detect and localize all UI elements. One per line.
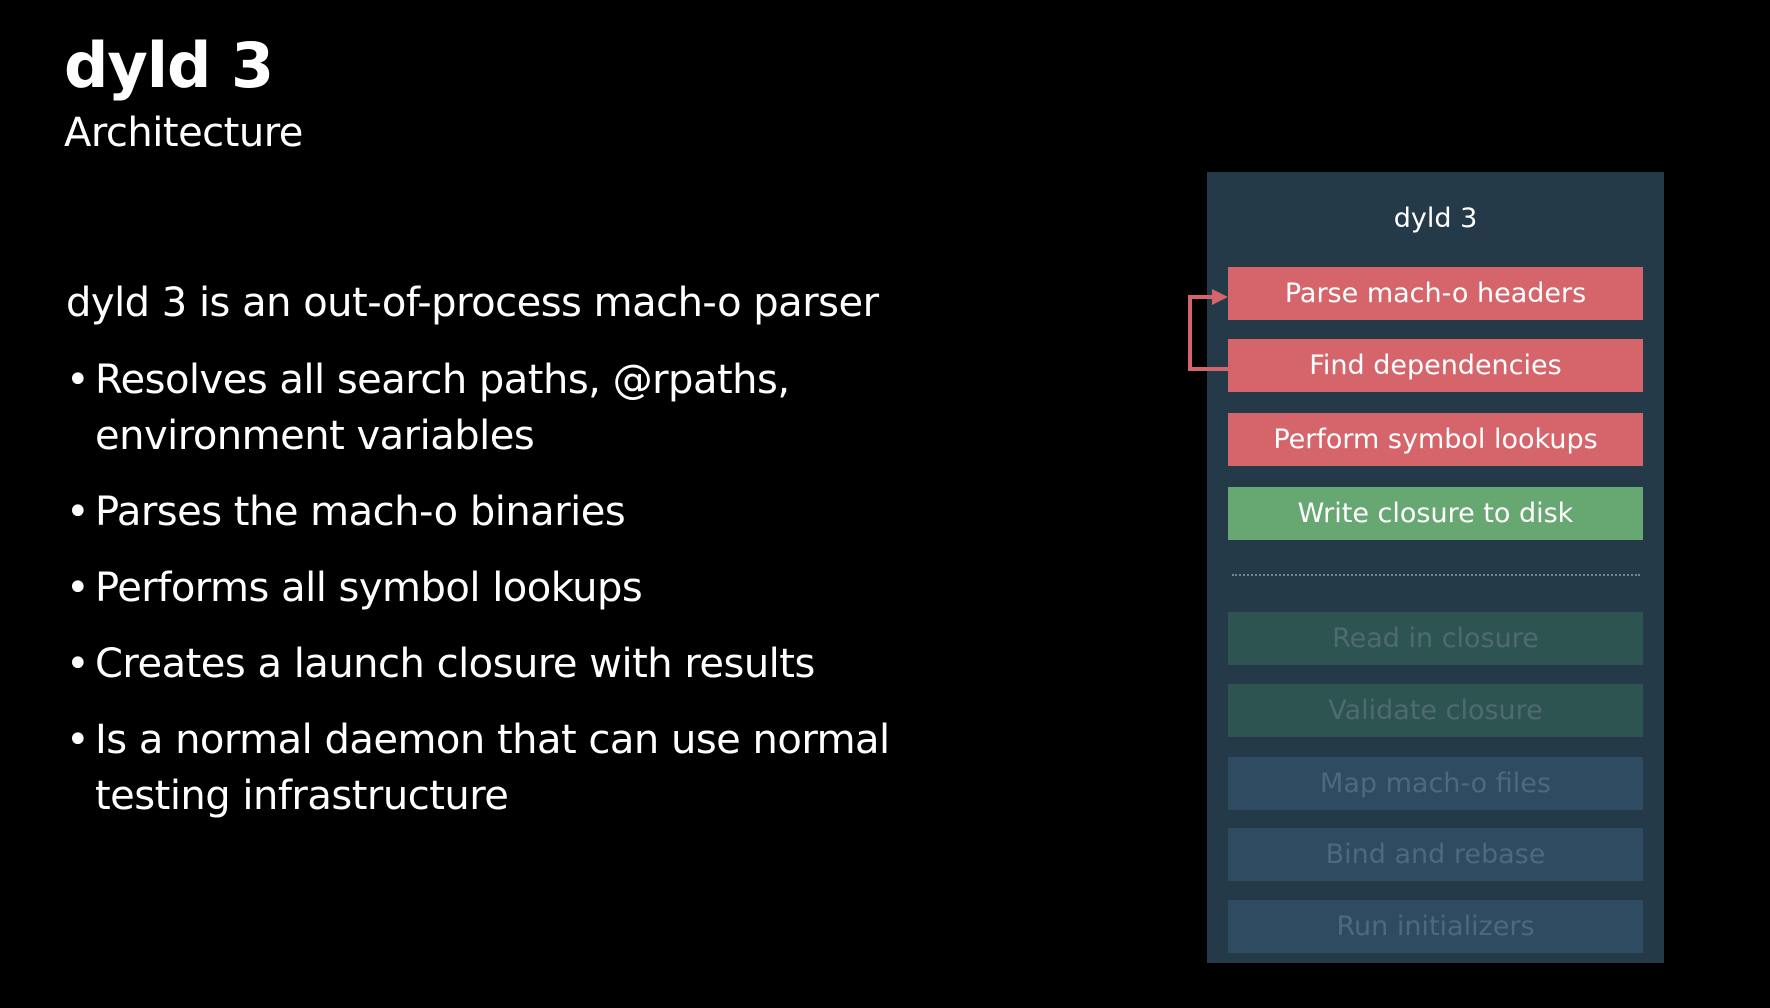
bullet-dot: • xyxy=(66,489,90,535)
bullet-dot: • xyxy=(66,717,90,763)
bullet-dot: • xyxy=(66,565,90,611)
bullet-item: • Is a normal daemon that can use normal… xyxy=(66,712,1026,824)
step-find-dependencies: Find dependencies xyxy=(1228,339,1643,392)
slide-title: dyld 3 xyxy=(64,29,274,102)
bullet-item: • Parses the mach-o binaries xyxy=(66,484,1026,540)
bullet-text: Creates a launch closure with results xyxy=(95,641,815,687)
step-map-mach-o-files: Map mach-o files xyxy=(1228,757,1643,810)
step-parse-mach-o-headers: Parse mach-o headers xyxy=(1228,267,1643,320)
bullet-list: • Resolves all search paths, @rpaths, en… xyxy=(66,352,1026,844)
bullet-text: Resolves all search paths, @rpaths, envi… xyxy=(95,357,790,459)
step-write-closure-to-disk: Write closure to disk xyxy=(1228,487,1643,540)
slide-subtitle: Architecture xyxy=(64,110,303,156)
bullet-dot: • xyxy=(66,641,90,687)
diagram-title: dyld 3 xyxy=(1393,203,1478,234)
lead-statement: dyld 3 is an out-of-process mach-o parse… xyxy=(66,280,879,326)
bullet-text: Parses the mach-o binaries xyxy=(95,489,626,535)
dyld3-diagram-panel: dyld 3 Parse mach-o headers Find depende… xyxy=(1207,172,1664,963)
step-read-in-closure: Read in closure xyxy=(1228,612,1643,665)
process-divider xyxy=(1232,574,1640,576)
step-validate-closure: Validate closure xyxy=(1228,684,1643,737)
loop-back-arrow-icon xyxy=(1188,289,1228,371)
step-run-initializers: Run initializers xyxy=(1228,900,1643,953)
bullet-text: Is a normal daemon that can use normal t… xyxy=(95,717,890,819)
bullet-text: Performs all symbol lookups xyxy=(95,565,643,611)
bullet-item: • Creates a launch closure with results xyxy=(66,636,1026,692)
bullet-item: • Resolves all search paths, @rpaths, en… xyxy=(66,352,1026,464)
step-perform-symbol-lookups: Perform symbol lookups xyxy=(1228,413,1643,466)
bullet-dot: • xyxy=(66,357,90,403)
bullet-item: • Performs all symbol lookups xyxy=(66,560,1026,616)
step-bind-and-rebase: Bind and rebase xyxy=(1228,828,1643,881)
